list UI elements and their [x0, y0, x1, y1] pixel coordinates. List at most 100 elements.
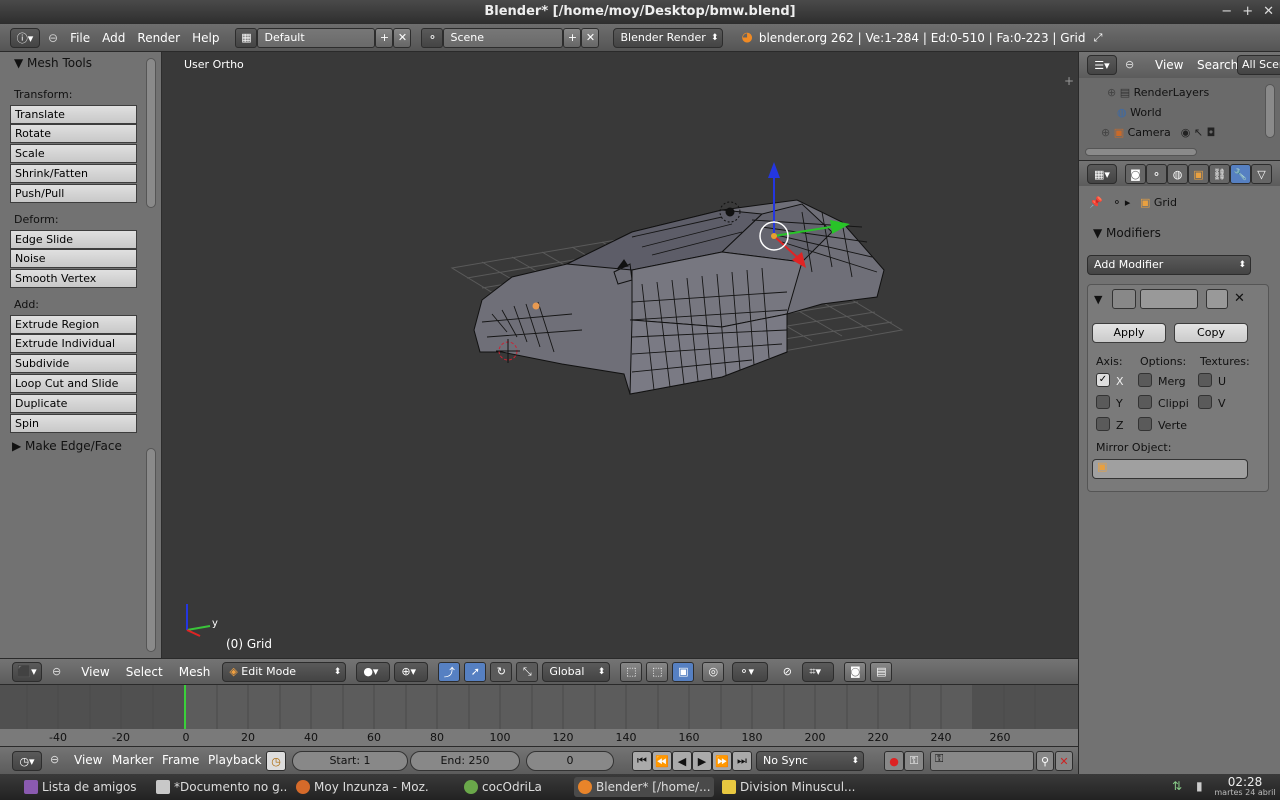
- object-tab-icon[interactable]: ▣: [1188, 164, 1209, 184]
- add-scene-icon[interactable]: +: [563, 28, 581, 48]
- play-reverse-icon[interactable]: ◀: [672, 751, 692, 771]
- remove-scene-icon[interactable]: ✕: [581, 28, 599, 48]
- merge-checkbox[interactable]: [1138, 373, 1152, 387]
- preview-range-icon[interactable]: ◷: [266, 751, 286, 771]
- menu-frame[interactable]: Frame: [156, 753, 205, 767]
- record-icon[interactable]: ●: [884, 751, 904, 771]
- scale-button[interactable]: Scale: [10, 144, 137, 163]
- menu-mesh[interactable]: Mesh: [173, 665, 217, 679]
- editor-type-outliner-icon[interactable]: ☰▾: [1087, 55, 1117, 75]
- scale-manipulator-icon[interactable]: ⤡: [516, 662, 538, 682]
- make-edge-face-panel-header[interactable]: ▶ Make Edge/Face: [12, 439, 122, 453]
- snap-element-dropdown[interactable]: ⌗▾: [802, 662, 834, 682]
- orientation-dropdown[interactable]: Global⬍: [542, 662, 610, 682]
- subdivide-button[interactable]: Subdivide: [10, 354, 137, 373]
- toolshelf-scrollbar-top[interactable]: [146, 58, 156, 208]
- collapse-menu-icon[interactable]: ⊖: [52, 665, 61, 678]
- task-division[interactable]: Division Minuscul...: [718, 777, 858, 797]
- keying-set-field[interactable]: ⚿: [930, 751, 1034, 771]
- collapse-menu-icon[interactable]: ⊖: [48, 31, 58, 45]
- screen-layout-field[interactable]: Default: [257, 28, 375, 48]
- maximize-icon[interactable]: +: [1242, 0, 1253, 24]
- vertex-groups-checkbox[interactable]: [1138, 417, 1152, 431]
- end-frame-field[interactable]: End: 250: [410, 751, 520, 771]
- remove-layout-icon[interactable]: ✕: [393, 28, 411, 48]
- copy-button[interactable]: Copy: [1174, 323, 1248, 343]
- task-lista-de-amigos[interactable]: Lista de amigos: [20, 777, 150, 797]
- jump-start-icon[interactable]: ⏮: [632, 751, 652, 771]
- outliner-item-world[interactable]: ◍ World: [1117, 106, 1162, 119]
- clipping-checkbox[interactable]: [1138, 395, 1152, 409]
- loop-cut-slide-button[interactable]: Loop Cut and Slide: [10, 374, 137, 393]
- spin-button[interactable]: Spin: [10, 414, 137, 433]
- modifier-move-icon[interactable]: [1206, 289, 1228, 309]
- axis-y-checkbox[interactable]: [1096, 395, 1110, 409]
- menu-help[interactable]: Help: [186, 31, 225, 45]
- outliner-item-camera[interactable]: ⊕ ▣ Camera◉ ↖ ◘: [1101, 126, 1215, 139]
- start-frame-field[interactable]: Start: 1: [292, 751, 408, 771]
- snap-toggle-icon[interactable]: ⊘: [776, 662, 798, 682]
- editor-type-properties-icon[interactable]: ▦▾: [1087, 164, 1117, 184]
- editor-type-info-icon[interactable]: ⓘ▾: [10, 28, 40, 48]
- jump-end-icon[interactable]: ⏭: [732, 751, 752, 771]
- expand-icon[interactable]: ⊕: [1107, 86, 1116, 99]
- menu-view[interactable]: View: [1149, 58, 1189, 72]
- outliner-scrollbar-v[interactable]: [1265, 84, 1275, 138]
- mesh-tools-panel-header[interactable]: ▼ Mesh Tools: [14, 56, 92, 70]
- insert-keyframe-icon[interactable]: ⚲: [1036, 751, 1054, 771]
- editor-type-timeline-icon[interactable]: ◷▾: [12, 751, 42, 771]
- collapse-menu-icon[interactable]: ⊖: [1125, 58, 1134, 71]
- constraints-tab-icon[interactable]: ⛓: [1209, 164, 1230, 184]
- modifier-collapse-icon[interactable]: ▼: [1094, 293, 1102, 306]
- outliner-scrollbar-h[interactable]: [1085, 148, 1197, 156]
- data-tab-icon[interactable]: ▽: [1251, 164, 1272, 184]
- selectable-cursor-icon[interactable]: ↖: [1194, 126, 1203, 139]
- next-keyframe-icon[interactable]: ⏩: [712, 751, 732, 771]
- sync-dropdown[interactable]: No Sync⬍: [756, 751, 864, 771]
- proportional-edit-dropdown[interactable]: ⚬▾: [732, 662, 768, 682]
- menu-add[interactable]: Add: [96, 31, 131, 45]
- keying-icon[interactable]: ⚿: [904, 751, 924, 771]
- mode-dropdown[interactable]: ◈ Edit Mode⬍: [222, 662, 346, 682]
- pin-icon[interactable]: 📌: [1089, 196, 1103, 209]
- outliner-filter-dropdown[interactable]: All Scen: [1237, 55, 1280, 75]
- render-tab-icon[interactable]: ◙: [1125, 164, 1146, 184]
- task-documento[interactable]: *Documento no g...: [152, 777, 288, 797]
- menu-file[interactable]: File: [64, 31, 96, 45]
- screen-layout-icon[interactable]: ▦: [235, 28, 257, 48]
- fullscreen-icon[interactable]: ⤢: [1088, 28, 1108, 48]
- edge-slide-button[interactable]: Edge Slide: [10, 230, 137, 249]
- render-engine-dropdown[interactable]: Blender Render⬍: [613, 28, 723, 48]
- pivot-dropdown[interactable]: ⊕▾: [394, 662, 428, 682]
- texture-v-checkbox[interactable]: [1198, 395, 1212, 409]
- modifiers-panel-header[interactable]: ▼ Modifiers: [1093, 226, 1161, 240]
- noise-button[interactable]: Noise: [10, 249, 137, 268]
- menu-marker[interactable]: Marker: [106, 753, 159, 767]
- modifiers-wrench-icon[interactable]: 🔧: [1230, 164, 1251, 184]
- shading-dropdown[interactable]: ●▾: [356, 662, 390, 682]
- render-camera-icon[interactable]: ◘: [1207, 126, 1216, 139]
- minimize-icon[interactable]: −: [1221, 0, 1232, 24]
- manipulator-toggle-icon[interactable]: ⤴: [438, 662, 460, 682]
- translate-manipulator-icon[interactable]: ➚: [464, 662, 486, 682]
- limit-selection-icon[interactable]: ◎: [702, 662, 724, 682]
- add-layout-icon[interactable]: +: [375, 28, 393, 48]
- play-icon[interactable]: ▶: [692, 751, 712, 771]
- menu-select[interactable]: Select: [120, 665, 169, 679]
- scene-field[interactable]: Scene: [443, 28, 563, 48]
- menu-render[interactable]: Render: [131, 31, 186, 45]
- rotate-button[interactable]: Rotate: [10, 124, 137, 143]
- add-modifier-dropdown[interactable]: Add Modifier⬍: [1087, 255, 1251, 275]
- axis-z-checkbox[interactable]: [1096, 417, 1110, 431]
- menu-view[interactable]: View: [68, 753, 108, 767]
- edge-select-icon[interactable]: ⬚: [646, 662, 668, 682]
- shrink-fatten-button[interactable]: Shrink/Fatten: [10, 164, 137, 183]
- menu-playback[interactable]: Playback: [202, 753, 268, 767]
- duplicate-button[interactable]: Duplicate: [10, 394, 137, 413]
- face-select-icon[interactable]: ▣: [672, 662, 694, 682]
- scene-tab-icon[interactable]: ⚬: [1146, 164, 1167, 184]
- menu-view[interactable]: View: [75, 665, 115, 679]
- vertex-select-icon[interactable]: ⬚: [620, 662, 642, 682]
- smooth-vertex-button[interactable]: Smooth Vertex: [10, 269, 137, 288]
- outliner-item-renderlayers[interactable]: ⊕ ▤ RenderLayers: [1107, 86, 1209, 99]
